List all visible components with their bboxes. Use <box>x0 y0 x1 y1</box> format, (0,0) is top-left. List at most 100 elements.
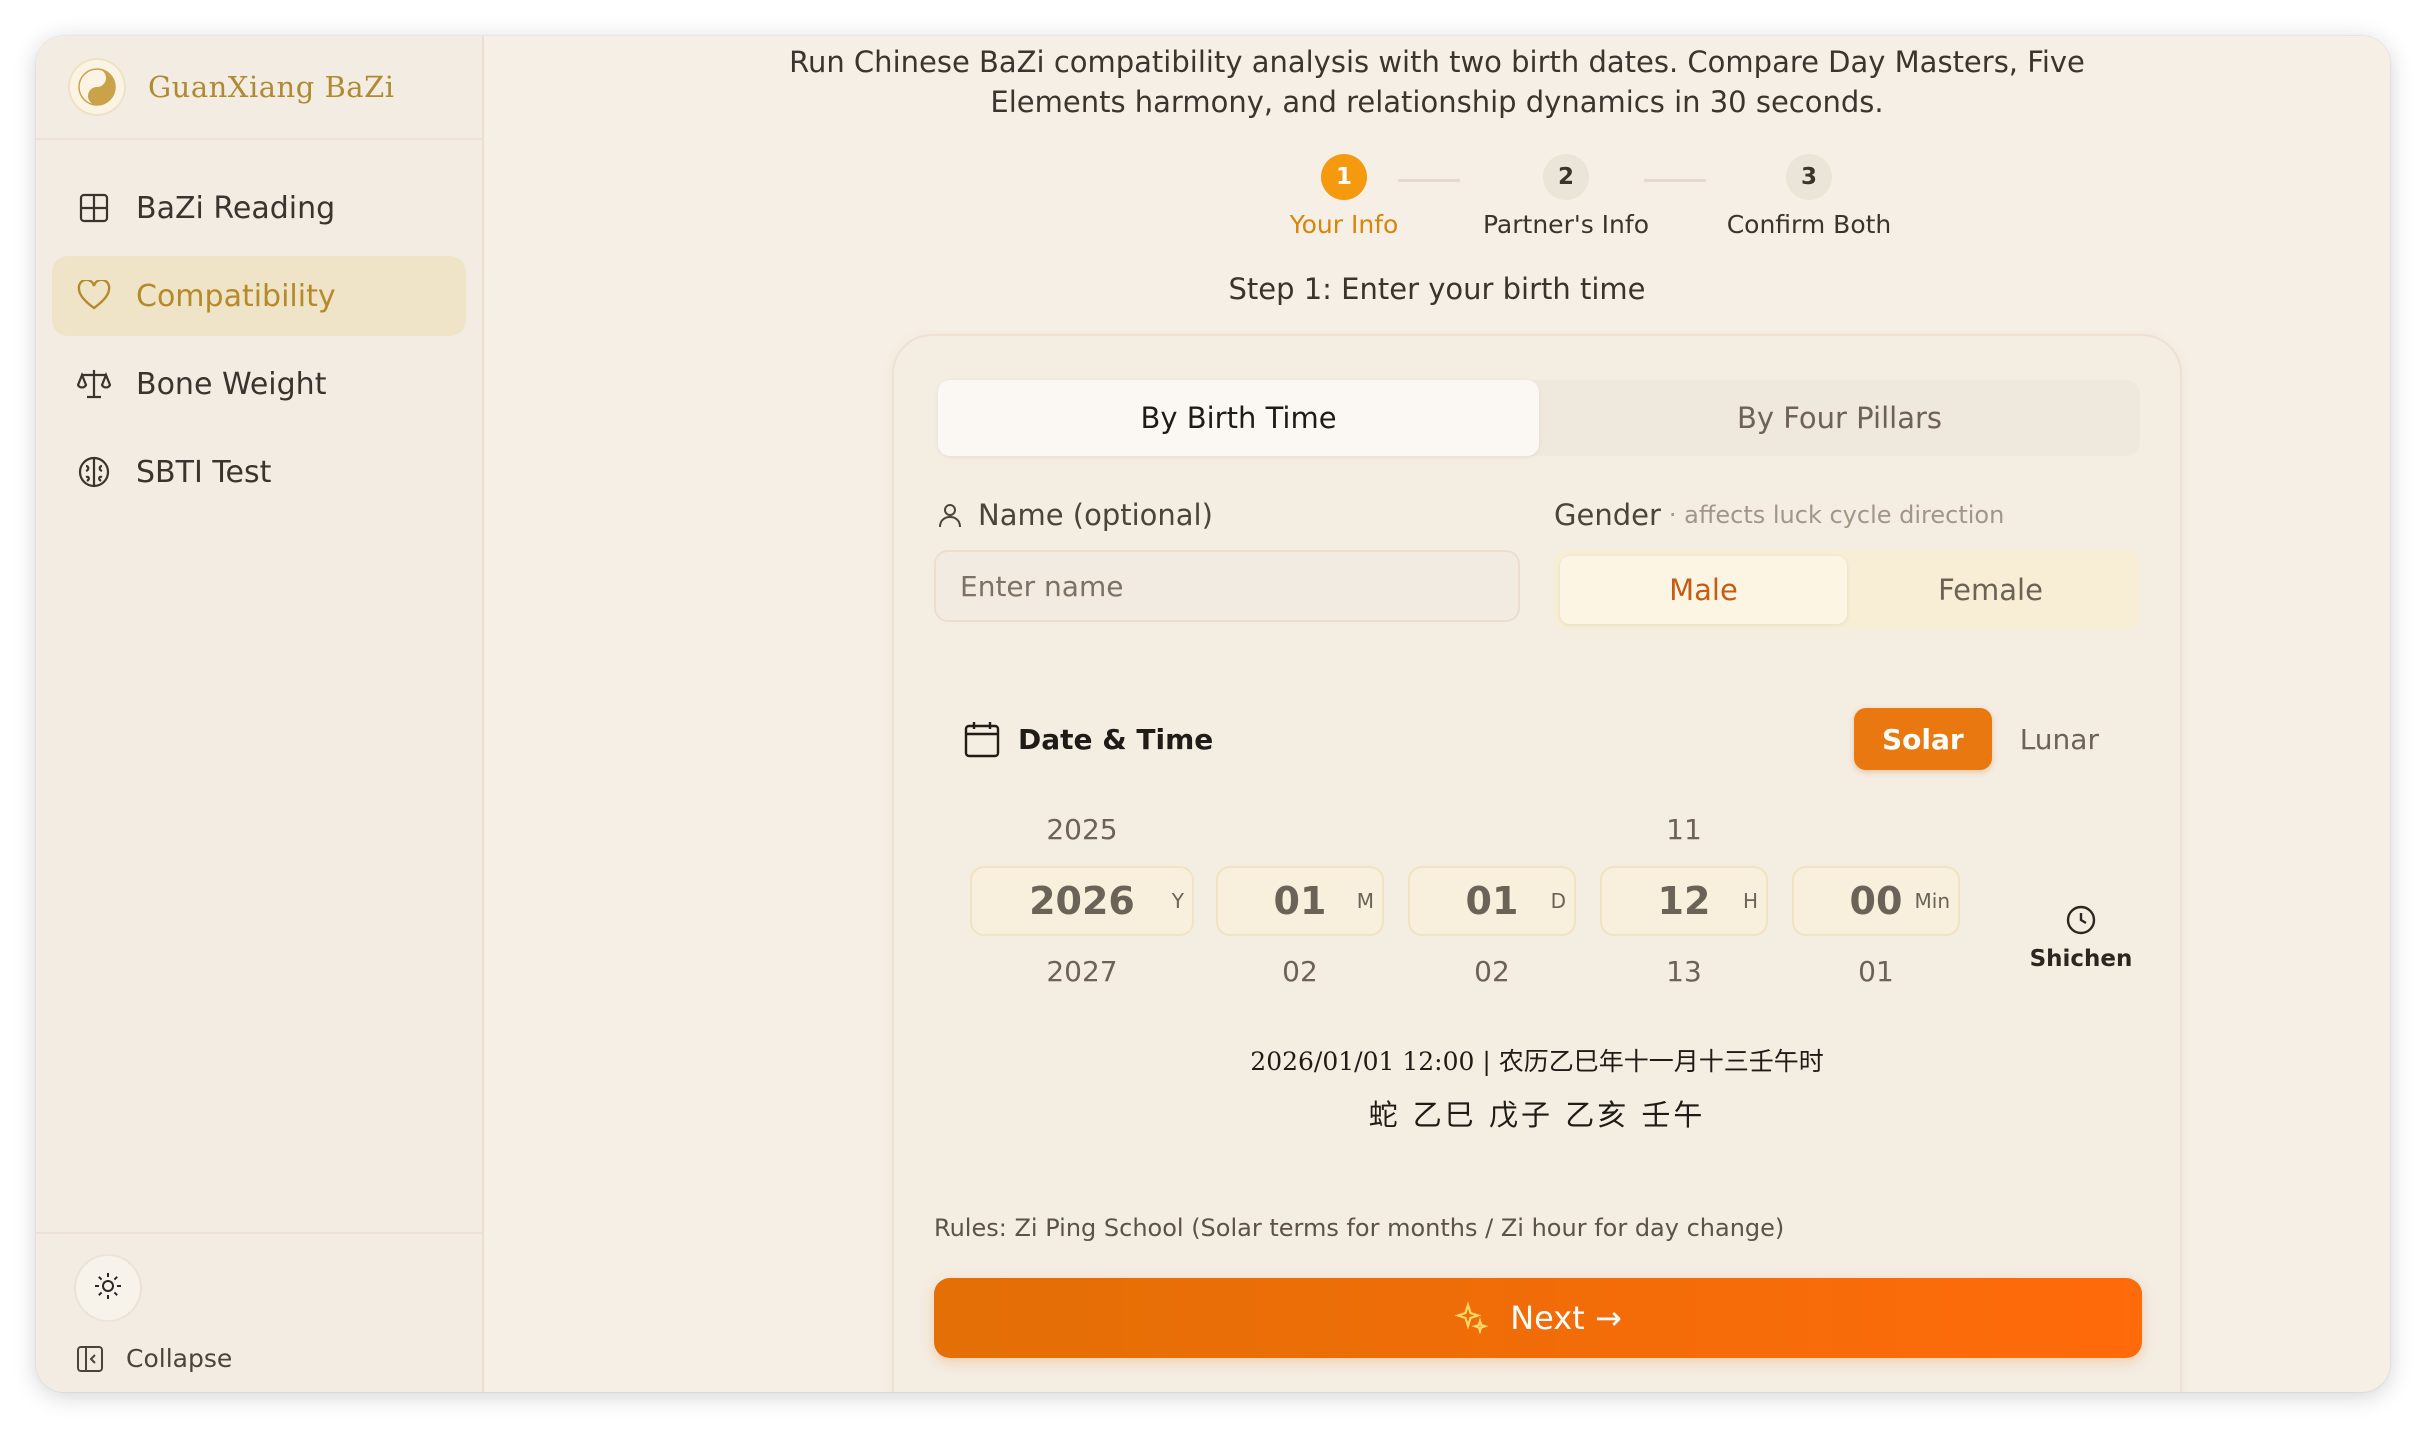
sidebar-collapse-icon <box>76 1345 104 1373</box>
year-next[interactable]: 2027 <box>970 952 1194 992</box>
clock-icon <box>2065 905 2097 940</box>
gender-label-text: Gender <box>1554 498 1661 532</box>
sidebar-item-sbti-test[interactable]: SBTI Test <box>52 432 466 512</box>
date-time-label-text: Date & Time <box>1018 722 1214 756</box>
hour-picker[interactable]: 11 12 H 13 <box>1600 810 1768 992</box>
step-partner-info[interactable]: 2 Partner's Info <box>1466 154 1666 239</box>
lunar-button[interactable]: Lunar <box>1992 708 2127 770</box>
minute-next[interactable]: 01 <box>1792 952 1960 992</box>
rules-note: Rules: Zi Ping School (Solar terms for m… <box>934 1214 1785 1242</box>
sun-icon <box>93 1271 123 1305</box>
month-picker[interactable]: 01 M 02 <box>1216 810 1384 992</box>
step-label: Confirm Both <box>1726 210 1892 239</box>
day-next[interactable]: 02 <box>1408 952 1576 992</box>
month-unit: M <box>1356 889 1374 913</box>
gender-hint: · affects luck cycle direction <box>1668 501 2005 529</box>
sidebar-item-label: BaZi Reading <box>136 190 336 226</box>
stepper: 1 Your Info 2 Partner's Info 3 Confirm B… <box>484 154 2390 244</box>
date-summary: 2026/01/01 12:00 | 农历乙巳年十一月十三壬午时 蛇 乙巳 戊子… <box>894 1042 2180 1134</box>
year-box[interactable]: 2026 Y <box>970 866 1194 936</box>
day-unit: D <box>1550 889 1566 913</box>
sidebar-item-bone-weight[interactable]: Bone Weight <box>52 344 466 424</box>
solar-button[interactable]: Solar <box>1854 708 1992 770</box>
hour-next[interactable]: 13 <box>1600 952 1768 992</box>
day-box[interactable]: 01 D <box>1408 866 1576 936</box>
app-window: GuanXiang BaZi BaZi Reading Compatibilit… <box>36 36 2390 1392</box>
sidebar: GuanXiang BaZi BaZi Reading Compatibilit… <box>36 36 484 1392</box>
sidebar-nav: BaZi Reading Compatibility Bone Weight S… <box>36 140 482 512</box>
name-label-text: Name (optional) <box>978 498 1213 532</box>
sidebar-item-label: Bone Weight <box>136 366 327 402</box>
four-pillars-summary: 蛇 乙巳 戊子 乙亥 壬午 <box>1368 1098 1706 1132</box>
minute-box[interactable]: 00 Min <box>1792 866 1960 936</box>
calendar-icon <box>964 720 1000 758</box>
step-number: 2 <box>1543 154 1589 200</box>
hour-prev[interactable]: 11 <box>1600 810 1768 850</box>
yin-yang-logo-icon <box>70 60 124 114</box>
main-content: Run Chinese BaZi compatibility analysis … <box>484 36 2390 1392</box>
day-picker[interactable]: 01 D 02 <box>1408 810 1576 992</box>
next-button-label: Next → <box>1510 1299 1622 1337</box>
month-prev[interactable] <box>1216 810 1384 850</box>
gender-toggle: Male Female <box>1554 550 2140 630</box>
hour-unit: H <box>1742 889 1758 913</box>
step-number: 3 <box>1786 154 1832 200</box>
day-prev[interactable] <box>1408 810 1576 850</box>
user-icon <box>936 501 964 529</box>
hour-value: 12 <box>1657 879 1711 923</box>
step-number: 1 <box>1321 154 1367 200</box>
month-box[interactable]: 01 M <box>1216 866 1384 936</box>
brand[interactable]: GuanXiang BaZi <box>36 36 482 140</box>
theme-toggle-button[interactable] <box>76 1256 140 1320</box>
year-unit: Y <box>1171 889 1184 913</box>
step-label: Partner's Info <box>1482 210 1649 239</box>
sparkle-icon <box>1454 1301 1489 1335</box>
heart-icon <box>76 278 112 314</box>
name-input[interactable] <box>934 550 1520 622</box>
sidebar-item-label: Compatibility <box>136 278 336 314</box>
shichen-label: Shichen <box>2029 946 2133 972</box>
calendar-type-toggle: Solar Lunar <box>1854 708 2127 770</box>
step-your-info[interactable]: 1 Your Info <box>1244 154 1444 239</box>
year-value: 2026 <box>1029 879 1135 923</box>
name-label: Name (optional) <box>936 498 1213 532</box>
gender-female-button[interactable]: Female <box>1847 556 2134 624</box>
sidebar-item-bazi-reading[interactable]: BaZi Reading <box>52 168 466 248</box>
sidebar-footer: Collapse <box>36 1232 482 1392</box>
tab-by-birth-time[interactable]: By Birth Time <box>938 380 1539 456</box>
next-button[interactable]: Next → <box>934 1278 2142 1358</box>
minute-unit: Min <box>1914 889 1951 913</box>
month-value: 01 <box>1273 879 1327 923</box>
step-connector <box>1398 179 1460 182</box>
tab-by-four-pillars[interactable]: By Four Pillars <box>1539 380 2140 456</box>
step-label: Your Info <box>1289 210 1399 239</box>
brain-icon <box>76 454 112 490</box>
month-next[interactable]: 02 <box>1216 952 1384 992</box>
intro-line-2: Elements harmony, and relationship dynam… <box>990 85 1884 119</box>
solar-lunar-summary: 2026/01/01 12:00 | 农历乙巳年十一月十三壬午时 <box>1250 1047 1824 1076</box>
collapse-button[interactable]: Collapse <box>76 1344 482 1373</box>
minute-prev[interactable] <box>1792 810 1960 850</box>
year-prev[interactable]: 2025 <box>970 810 1194 850</box>
minute-value: 00 <box>1849 879 1903 923</box>
step-caption: Step 1: Enter your birth time <box>1228 272 1646 306</box>
intro-line-1: Run Chinese BaZi compatibility analysis … <box>789 45 2085 79</box>
collapse-label: Collapse <box>126 1344 233 1373</box>
mode-tabs: By Birth Time By Four Pillars <box>938 380 2140 456</box>
sidebar-item-label: SBTI Test <box>136 454 272 490</box>
birth-form-card: By Birth Time By Four Pillars Name (opti… <box>892 334 2182 1392</box>
step-confirm-both[interactable]: 3 Confirm Both <box>1709 154 1909 239</box>
hour-box[interactable]: 12 H <box>1600 866 1768 936</box>
intro-text: Run Chinese BaZi compatibility analysis … <box>484 42 2390 122</box>
grid-icon <box>76 190 112 226</box>
minute-picker[interactable]: 00 Min 01 <box>1792 810 1960 992</box>
day-value: 01 <box>1465 879 1519 923</box>
sidebar-item-compatibility[interactable]: Compatibility <box>52 256 466 336</box>
year-picker[interactable]: 2025 2026 Y 2027 <box>970 810 1194 992</box>
scale-icon <box>76 366 112 402</box>
gender-label: Gender · affects luck cycle direction <box>1554 498 2004 532</box>
step-connector <box>1644 179 1706 182</box>
shichen-button[interactable]: Shichen <box>2026 904 2136 972</box>
gender-male-button[interactable]: Male <box>1560 556 1847 624</box>
date-time-label: Date & Time <box>964 720 1213 758</box>
